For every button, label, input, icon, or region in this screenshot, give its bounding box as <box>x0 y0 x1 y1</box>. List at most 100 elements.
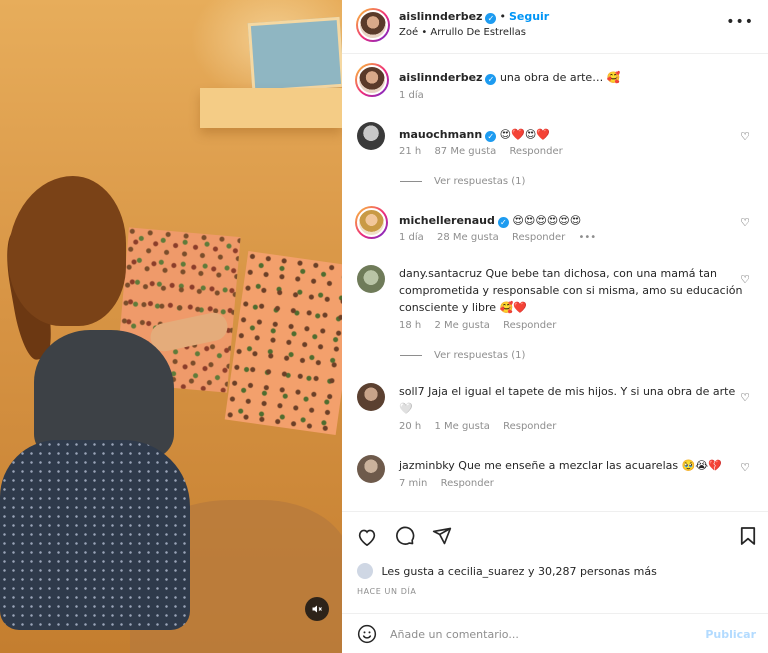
comment-username[interactable]: mauochmann <box>399 128 482 141</box>
comment-likes[interactable]: 2 Me gusta <box>434 320 489 331</box>
comment-likes[interactable]: 1 Me gusta <box>434 421 489 432</box>
comment-item: dany.santacruz Que bebe tan dichosa, con… <box>357 265 757 345</box>
mute-button[interactable] <box>305 597 329 621</box>
verified-icon: ✓ <box>485 74 497 85</box>
header-title-line: aislinnderbez ✓ • Seguir <box>399 10 549 24</box>
separator-dot: • <box>499 10 506 23</box>
comment-meta: 7 min Responder <box>399 478 504 489</box>
instagram-post-modal: aislinnderbez ✓ • Seguir Zoé • Arrullo De E… <box>0 0 768 653</box>
comment-likes[interactable]: 28 Me gusta <box>437 232 499 243</box>
follow-button[interactable]: Seguir <box>509 10 549 23</box>
comment-time[interactable]: 18 h <box>399 320 421 331</box>
comment-likes[interactable]: 87 Me gusta <box>434 146 496 157</box>
author-username[interactable]: aislinnderbez <box>399 10 482 23</box>
shelf-book <box>247 16 342 94</box>
view-replies-label: Ver respuestas (1) <box>434 350 526 361</box>
likes-prefix: Les gusta a <box>381 565 445 578</box>
comments-list: aislinnderbez ✓ una obra de arte… 🥰 1 día… <box>342 55 768 510</box>
comment-meta: 20 h 1 Me gusta Responder <box>399 421 566 432</box>
comment-text: michellerenaud ✓ 😍😍😍😍😍😍 <box>399 212 744 229</box>
comment-text: jazminbky Que me enseñe a mezclar las ac… <box>399 457 744 474</box>
caption-time[interactable]: 1 día <box>399 90 424 101</box>
comment-avatar[interactable] <box>357 265 385 293</box>
replies-line <box>400 180 422 182</box>
comment-item: soll7 Jaja el igual el tapete de mis hij… <box>357 383 757 433</box>
comment-meta: 18 h 2 Me gusta Responder <box>399 320 566 331</box>
comment-text: mauochmann ✓ 😍❤️😍❤️ <box>399 126 744 143</box>
comment-username[interactable]: dany.santacruz <box>399 267 482 280</box>
likes-summary[interactable]: Les gusta a cecilia_suarez y 30,287 pers… <box>357 563 657 579</box>
caption-meta: 1 día <box>399 90 434 101</box>
comment-meta: 21 h 87 Me gusta Responder <box>399 146 573 157</box>
caption-body: una obra de arte… 🥰 <box>499 71 621 84</box>
child-skirt <box>0 440 190 630</box>
comment-time[interactable]: 20 h <box>399 421 421 432</box>
reply-button[interactable]: Responder <box>509 146 562 157</box>
comment-icon[interactable] <box>395 526 421 551</box>
comment-body: 😍❤️😍❤️ <box>499 128 550 141</box>
author-avatar[interactable] <box>356 8 390 42</box>
likes-suffix: y 30,287 personas más <box>527 565 657 578</box>
comment-item: jazminbky Que me enseñe a mezclar las ac… <box>357 455 757 500</box>
post-header: aislinnderbez ✓ • Seguir Zoé • Arrullo De E… <box>342 0 768 54</box>
post-video[interactable] <box>0 0 342 653</box>
audio-song: Arrullo De Estrellas <box>430 27 526 38</box>
view-replies-button[interactable]: Ver respuestas (1) <box>400 176 525 187</box>
comment-avatar[interactable] <box>357 383 385 411</box>
comment-time[interactable]: 1 día <box>399 232 424 243</box>
comment-username[interactable]: michellerenaud <box>399 214 495 227</box>
verified-icon: ✓ <box>485 131 497 142</box>
caption-username[interactable]: aislinnderbez <box>399 71 482 84</box>
comment-time[interactable]: 7 min <box>399 478 427 489</box>
wall-shelf <box>200 88 342 128</box>
likes-user[interactable]: cecilia_suarez <box>448 565 525 578</box>
publish-button[interactable]: Publicar <box>705 628 756 641</box>
caption: aislinnderbez ✓ una obra de arte… 🥰 1 día <box>355 63 757 115</box>
speaker-muted-icon <box>312 605 322 613</box>
reply-button[interactable]: Responder <box>503 320 556 331</box>
comment-body: Jaja el igual el tapete de mis hijos. Y … <box>399 385 736 415</box>
comment-text: dany.santacruz Que bebe tan dichosa, con… <box>399 265 744 316</box>
verified-icon: ✓ <box>497 217 509 228</box>
view-replies-label: Ver respuestas (1) <box>434 176 526 187</box>
comment-body: Que me enseñe a mezclar las acuarelas 🥹😭… <box>458 459 722 472</box>
comment-username[interactable]: jazminbky <box>399 459 455 472</box>
audio-separator: • <box>421 27 428 38</box>
heart-outline-icon[interactable]: ♡ <box>740 461 750 474</box>
more-horizontal-icon[interactable]: ••• <box>726 14 754 30</box>
heart-outline-icon[interactable]: ♡ <box>740 216 750 229</box>
comment-item: mauochmann ✓ 😍❤️😍❤️ 21 h 87 Me gusta Resp… <box>357 122 757 182</box>
audio-artist: Zoé <box>399 27 419 38</box>
comment-avatar[interactable] <box>357 122 385 150</box>
heart-outline-icon[interactable]: ♡ <box>740 130 750 143</box>
post-side-panel: aislinnderbez ✓ • Seguir Zoé • Arrullo De E… <box>342 0 768 653</box>
comment-input[interactable] <box>390 623 690 645</box>
comment-composer: Publicar <box>342 613 768 653</box>
post-actions: Les gusta a cecilia_suarez y 30,287 pers… <box>342 511 768 611</box>
audio-info[interactable]: Zoé • Arrullo De Estrellas <box>399 27 526 38</box>
post-date: HACE UN DÍA <box>357 587 417 596</box>
view-replies-button[interactable]: Ver respuestas (1) <box>400 350 525 361</box>
comment-body: 😍😍😍😍😍😍 <box>512 214 582 227</box>
heart-outline-icon[interactable]: ♡ <box>740 273 750 286</box>
reply-button[interactable]: Responder <box>441 478 494 489</box>
comment-username[interactable]: soll7 <box>399 385 425 398</box>
heart-outline-icon[interactable]: ♡ <box>740 391 750 404</box>
comment-time[interactable]: 21 h <box>399 146 421 157</box>
emoji-icon[interactable] <box>357 624 377 649</box>
bookmark-icon[interactable] <box>740 526 756 551</box>
comment-avatar[interactable] <box>357 455 385 483</box>
comment-text: soll7 Jaja el igual el tapete de mis hij… <box>399 383 744 417</box>
reply-button[interactable]: Responder <box>512 232 565 243</box>
send-icon[interactable] <box>432 527 452 551</box>
action-icons <box>357 526 464 551</box>
caption-text: aislinnderbez ✓ una obra de arte… 🥰 <box>399 69 744 86</box>
heart-outline-icon[interactable] <box>357 529 383 551</box>
verified-icon: ✓ <box>485 13 497 24</box>
comment-options-icon[interactable]: ••• <box>578 232 596 243</box>
caption-avatar[interactable] <box>355 63 389 97</box>
comment-avatar[interactable] <box>355 206 388 239</box>
reply-button[interactable]: Responder <box>503 421 556 432</box>
comment-meta: 1 día 28 Me gusta Responder ••• <box>399 232 606 243</box>
liker-avatar <box>357 563 373 579</box>
